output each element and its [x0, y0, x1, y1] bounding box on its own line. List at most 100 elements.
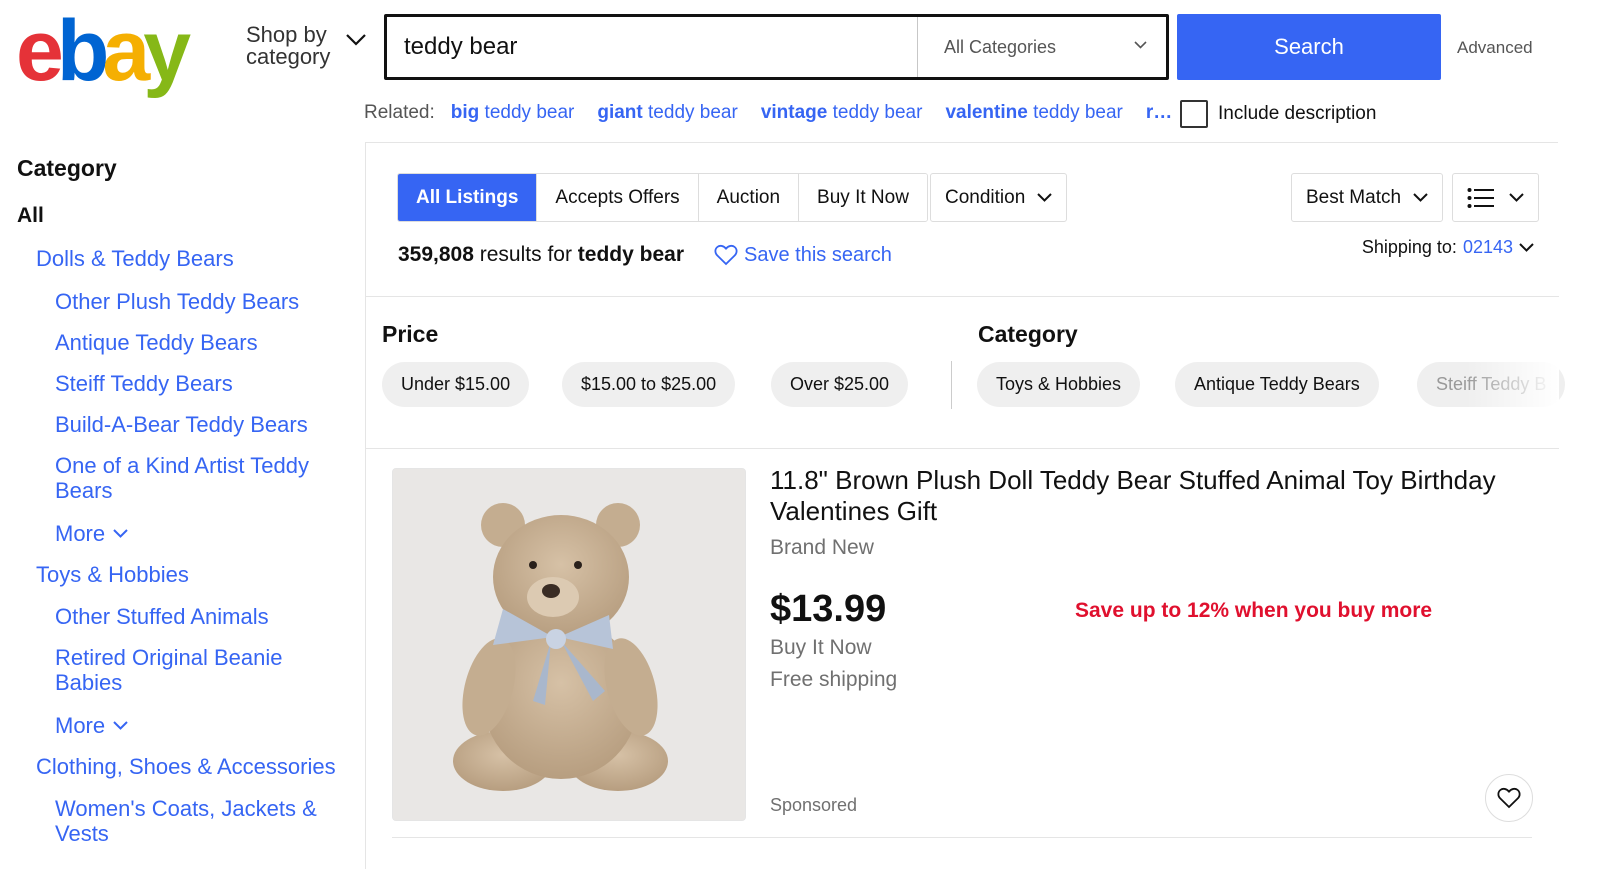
listing-promo: Save up to 12% when you buy more	[1075, 599, 1433, 622]
related-link-bold: giant	[597, 102, 643, 123]
sidebar-item-other-plush[interactable]: Other Plush Teddy Bears	[55, 289, 352, 314]
sponsored-label[interactable]: Sponsored	[770, 795, 857, 816]
sidebar-item-build-a-bear[interactable]: Build-A-Bear Teddy Bears	[55, 412, 352, 437]
related-label: Related:	[364, 102, 435, 123]
category-select[interactable]: All Categories	[917, 17, 1169, 77]
view-toggle-dropdown[interactable]	[1452, 173, 1539, 222]
teddy-bear-image	[393, 469, 745, 820]
sort-dropdown[interactable]: Best Match	[1291, 173, 1444, 222]
related-link-bold: r…	[1145, 102, 1173, 123]
sidebar-item-other-stuffed[interactable]: Other Stuffed Animals	[55, 604, 352, 629]
chevron-down-icon	[113, 529, 128, 538]
category-sidebar: Category All Dolls & Teddy Bears Other P…	[17, 155, 352, 846]
sidebar-item-antique[interactable]: Antique Teddy Bears	[55, 330, 352, 355]
condition-label: Condition	[945, 186, 1026, 208]
sidebar-item-clothing[interactable]: Clothing, Shoes & Accessories	[36, 754, 352, 779]
condition-dropdown[interactable]: Condition	[930, 173, 1068, 222]
search-input[interactable]	[387, 19, 917, 75]
chevron-down-icon	[1413, 193, 1428, 202]
tab-accepts-offers[interactable]: Accepts Offers	[537, 174, 699, 221]
results-count: 359,808	[398, 243, 474, 266]
category-pill-toys-hobbies[interactable]: Toys & Hobbies	[977, 362, 1141, 407]
sidebar-more-toys[interactable]: More	[55, 713, 352, 738]
related-link[interactable]: r…	[1146, 102, 1172, 124]
sort-label: Best Match	[1306, 186, 1402, 208]
include-description-checkbox[interactable]	[1180, 100, 1208, 128]
category-pill-antique[interactable]: Antique Teddy Bears	[1175, 362, 1379, 407]
related-link[interactable]: big teddy bear	[451, 102, 575, 124]
chevron-down-icon	[1509, 193, 1524, 202]
divider	[366, 296, 1559, 297]
price-pill-over-25[interactable]: Over $25.00	[771, 362, 909, 407]
sidebar-heading: Category	[17, 155, 117, 181]
related-link-text: teddy bear	[642, 102, 738, 123]
sidebar-more-label: More	[55, 521, 106, 546]
results-panel: All Listings Accepts Offers Auction Buy …	[365, 142, 1566, 869]
sidebar-item-artist-bears[interactable]: One of a Kind Artist Teddy Bears	[55, 453, 345, 503]
divider	[951, 361, 952, 409]
include-description-label: Include description	[1218, 103, 1377, 124]
listing-condition: Brand New	[770, 536, 874, 559]
include-description-toggle[interactable]: Include description	[1180, 100, 1376, 128]
related-link-text: teddy bear	[479, 102, 575, 123]
related-link-text: teddy bear	[1027, 102, 1123, 123]
results-query: teddy bear	[577, 243, 684, 266]
sidebar-item-dolls-teddy-bears[interactable]: Dolls & Teddy Bears	[36, 246, 352, 271]
chevron-down-icon	[113, 721, 128, 730]
chevron-down-icon	[1519, 243, 1534, 252]
price-filter-heading: Price	[382, 321, 439, 347]
heart-icon	[714, 244, 738, 266]
list-view-icon	[1467, 187, 1494, 208]
divider	[366, 448, 1559, 449]
related-link-bold: vintage	[760, 102, 828, 123]
related-link[interactable]: giant teddy bear	[597, 102, 737, 124]
sidebar-item-all[interactable]: All	[17, 204, 352, 228]
sidebar-more-label: More	[55, 713, 106, 738]
watch-button[interactable]	[1485, 774, 1533, 822]
results-for-label: results for	[473, 243, 578, 266]
divider	[392, 837, 1532, 838]
chevron-down-icon	[1134, 41, 1147, 49]
shipping-zip[interactable]: 02143	[1463, 237, 1513, 258]
chevron-down-icon	[1037, 193, 1052, 202]
advanced-search-link[interactable]: Advanced	[1457, 38, 1533, 58]
ebay-logo[interactable]: ebay	[16, 8, 191, 94]
listing-type-tabs: All Listings Accepts Offers Auction Buy …	[397, 173, 928, 222]
results-summary: 359,808 results for teddy bear Save this…	[398, 243, 892, 267]
listing-format: Buy It Now	[770, 636, 872, 659]
sidebar-item-beanie-babies[interactable]: Retired Original Beanie Babies	[55, 645, 315, 695]
listing-shipping: Free shipping	[770, 668, 898, 691]
category-select-value: All Categories	[944, 36, 1057, 57]
save-search-button[interactable]: Save this search	[714, 244, 892, 267]
shipping-location[interactable]: Shipping to: 02143	[1362, 237, 1534, 258]
related-searches: Related: big teddy bear giant teddy bear…	[364, 102, 1195, 124]
price-pill-15-25[interactable]: $15.00 to $25.00	[562, 362, 736, 407]
sidebar-more-dolls[interactable]: More	[55, 521, 352, 546]
related-link-text: teddy bear	[827, 102, 923, 123]
related-link[interactable]: vintage teddy bear	[761, 102, 923, 124]
save-search-label: Save this search	[744, 243, 892, 266]
shop-by-label-category: category	[246, 44, 331, 69]
price-pill-under-15[interactable]: Under $15.00	[382, 362, 530, 407]
search-bar: All Categories	[384, 14, 1169, 80]
listing-image[interactable]	[392, 468, 746, 821]
sidebar-item-steiff[interactable]: Steiff Teddy Bears	[55, 371, 352, 396]
shipping-label: Shipping to:	[1361, 237, 1457, 257]
tab-buy-it-now[interactable]: Buy It Now	[799, 174, 927, 221]
shop-by-label: Shop by	[246, 22, 327, 47]
related-link-bold: big	[450, 102, 480, 123]
category-filter-heading: Category	[978, 321, 1078, 347]
pill-scroll-fade	[1466, 358, 1559, 414]
search-button[interactable]: Search	[1177, 14, 1441, 80]
sidebar-item-womens-coats[interactable]: Women's Coats, Jackets & Vests	[55, 796, 345, 846]
shop-by-category-button[interactable]: Shop by category	[246, 22, 366, 69]
heart-icon	[1497, 787, 1521, 809]
related-link[interactable]: valentine teddy bear	[945, 102, 1122, 124]
chevron-down-icon	[346, 34, 366, 46]
tab-auction[interactable]: Auction	[698, 174, 800, 221]
listing-title[interactable]: 11.8" Brown Plush Doll Teddy Bear Stuffe…	[770, 465, 1530, 527]
listing-price: $13.99	[770, 588, 887, 630]
sidebar-item-toys-hobbies[interactable]: Toys & Hobbies	[36, 562, 352, 587]
related-link-bold: valentine	[945, 102, 1028, 123]
tab-all-listings[interactable]: All Listings	[398, 174, 538, 221]
